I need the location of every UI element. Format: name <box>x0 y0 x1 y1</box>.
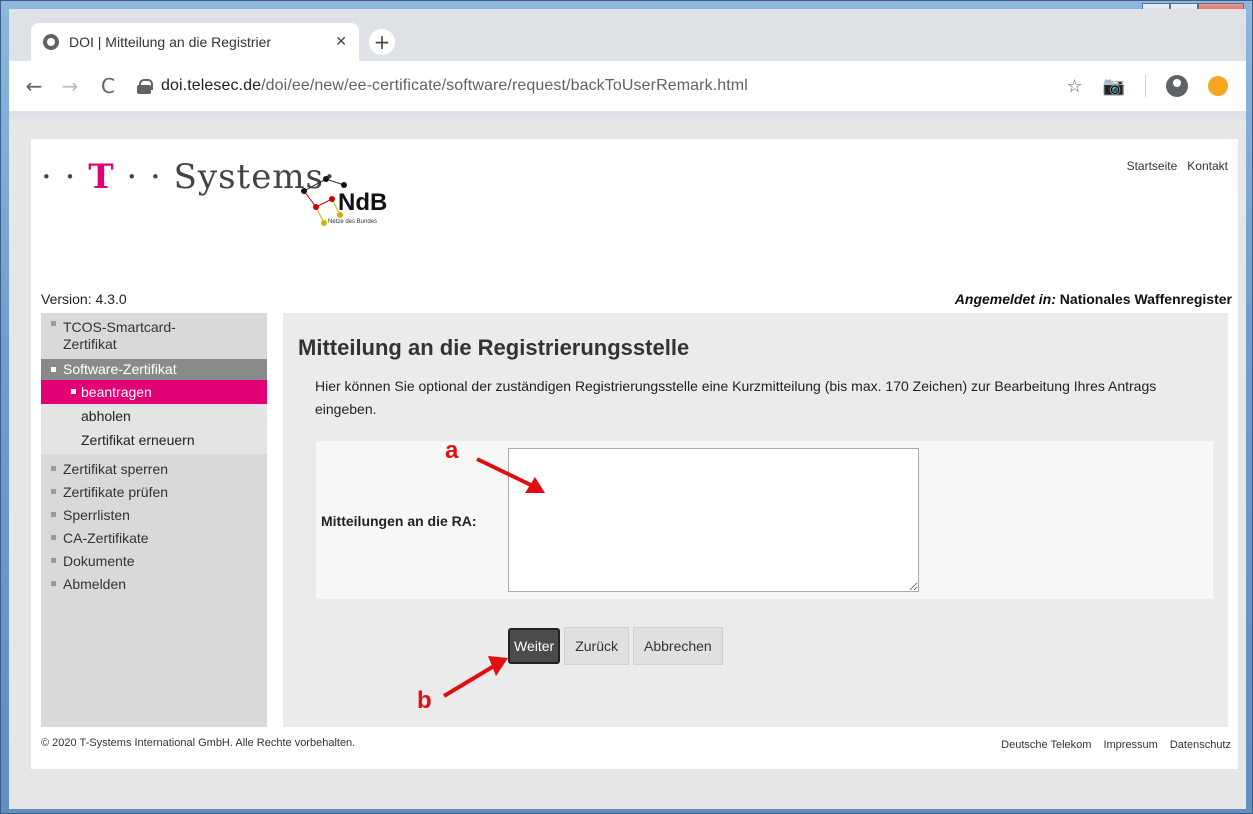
sidebar-item-software-zertifikat[interactable]: Software-Zertifikat <box>41 359 267 380</box>
top-links: Startseite Kontakt <box>1127 159 1228 173</box>
new-tab-button[interactable]: + <box>369 29 395 55</box>
sidebar-item-sperrlisten[interactable]: Sperrlisten <box>41 504 267 527</box>
footer-link-impressum[interactable]: Impressum <box>1103 739 1157 751</box>
copyright-text: © 2020 T-Systems International GmbH. All… <box>41 737 356 749</box>
camera-icon[interactable]: 📷 <box>1103 76 1125 97</box>
sidebar-item-dokumente[interactable]: Dokumente <box>41 550 267 573</box>
main-content: Mitteilung an die Registrierungsstelle H… <box>283 313 1228 727</box>
tab-title: DOI | Mitteilung an die Registrier <box>69 34 272 50</box>
toolbar-divider <box>1145 75 1146 97</box>
forward-arrow-icon[interactable]: → <box>55 74 85 98</box>
page-viewport: · · T · · Systems· NdB Netze des Bundes … <box>9 119 1246 809</box>
message-textarea[interactable] <box>508 448 919 592</box>
sidebar-item-abmelden[interactable]: Abmelden <box>41 573 267 596</box>
logged-in-label: Angemeldet in: <box>954 291 1056 307</box>
logged-in-value: Nationales Waffenregister <box>1059 291 1232 307</box>
ndb-subtitle: Netze des Bundes <box>328 219 378 225</box>
annotation-a-arrow-icon <box>476 457 545 493</box>
footer-links: Deutsche Telekom Impressum Datenschutz <box>1001 739 1231 751</box>
footer-link-datenschutz[interactable]: Datenschutz <box>1170 739 1231 751</box>
url-path: /doi/ee/new/ee-certificate/software/requ… <box>261 77 748 94</box>
bookmark-star-icon[interactable]: ☆ <box>1066 76 1082 97</box>
sidebar-submenu: beantragen abholen Zertifikat erneuern <box>41 380 267 454</box>
tab-close-icon[interactable]: ✕ <box>335 34 347 50</box>
sidebar-subitem-beantragen[interactable]: beantragen <box>41 380 267 404</box>
annotation-b-arrow-icon <box>442 656 508 698</box>
lock-icon <box>137 79 153 94</box>
sidebar-item-zertifikat-sperren[interactable]: Zertifikat sperren <box>41 458 267 481</box>
logged-in-info: Angemeldet in: Nationales Waffenregister <box>955 291 1232 307</box>
reload-icon[interactable]: C <box>93 74 123 98</box>
ndb-title: NdB <box>338 189 388 216</box>
version-label: Version: 4.3.0 <box>41 291 127 307</box>
sidebar-rest: Zertifikat sperren Zertifikate prüfen Sp… <box>41 454 267 596</box>
window-frame: ‒ ▢ X DOI | Mitteilung an die Registrier… <box>0 0 1253 814</box>
t-systems-logo[interactable]: · · T · · Systems· <box>41 157 336 197</box>
browser-tab[interactable]: DOI | Mitteilung an die Registrier ✕ <box>31 23 359 61</box>
zurueck-button[interactable]: Zurück <box>564 627 629 665</box>
abbrechen-button[interactable]: Abbrechen <box>633 627 723 665</box>
link-kontakt[interactable]: Kontakt <box>1187 159 1228 173</box>
url-host: doi.telesec.de <box>161 77 262 94</box>
annotation-a-label: a <box>445 437 459 464</box>
sidebar-item-ca-zertifikate[interactable]: CA-Zertifikate <box>41 527 267 550</box>
address-bar[interactable]: doi.telesec.de/doi/ee/new/ee-certificate… <box>137 69 1027 103</box>
browser-toolbar: ← → C doi.telesec.de/doi/ee/new/ee-certi… <box>9 61 1246 111</box>
intro-text: Hier können Sie optional der zuständigen… <box>315 378 1157 417</box>
extension-icon[interactable] <box>1208 76 1228 96</box>
globe-icon <box>43 34 59 50</box>
logo-prefix: · · <box>41 157 89 197</box>
profile-icon[interactable] <box>1166 75 1188 97</box>
page-title: Mitteilung an die Registrierungsstelle <box>298 335 690 360</box>
sidebar-subitem-zertifikat-erneuern[interactable]: Zertifikat erneuern <box>41 428 267 454</box>
sidebar-subitem-abholen[interactable]: abholen <box>41 404 267 428</box>
annotation-b-label: b <box>417 687 432 714</box>
logo-t: T <box>88 157 115 197</box>
button-row: Weiter Zurück Abbrechen <box>508 627 723 665</box>
link-startseite[interactable]: Startseite <box>1127 159 1178 173</box>
sidebar: TCOS-Smartcard-Zertifikat Software-Zerti… <box>41 313 267 727</box>
sidebar-item-tcos-smartcard[interactable]: TCOS-Smartcard-Zertifikat <box>41 313 181 355</box>
ndb-logo: NdB Netze des Bundes <box>296 171 406 235</box>
url-text: doi.telesec.de/doi/ee/new/ee-certificate… <box>161 77 748 95</box>
toolbar-icons: ☆ 📷 <box>1066 61 1228 111</box>
page: · · T · · Systems· NdB Netze des Bundes … <box>31 139 1238 769</box>
sidebar-item-zertifikate-pruefen[interactable]: Zertifikate prüfen <box>41 481 267 504</box>
browser-window: DOI | Mitteilung an die Registrier ✕ + ←… <box>9 9 1246 809</box>
back-arrow-icon[interactable]: ← <box>19 74 49 98</box>
footer-link-deutsche-telekom[interactable]: Deutsche Telekom <box>1001 739 1091 751</box>
message-field-label: Mitteilungen an die RA: <box>321 513 477 529</box>
